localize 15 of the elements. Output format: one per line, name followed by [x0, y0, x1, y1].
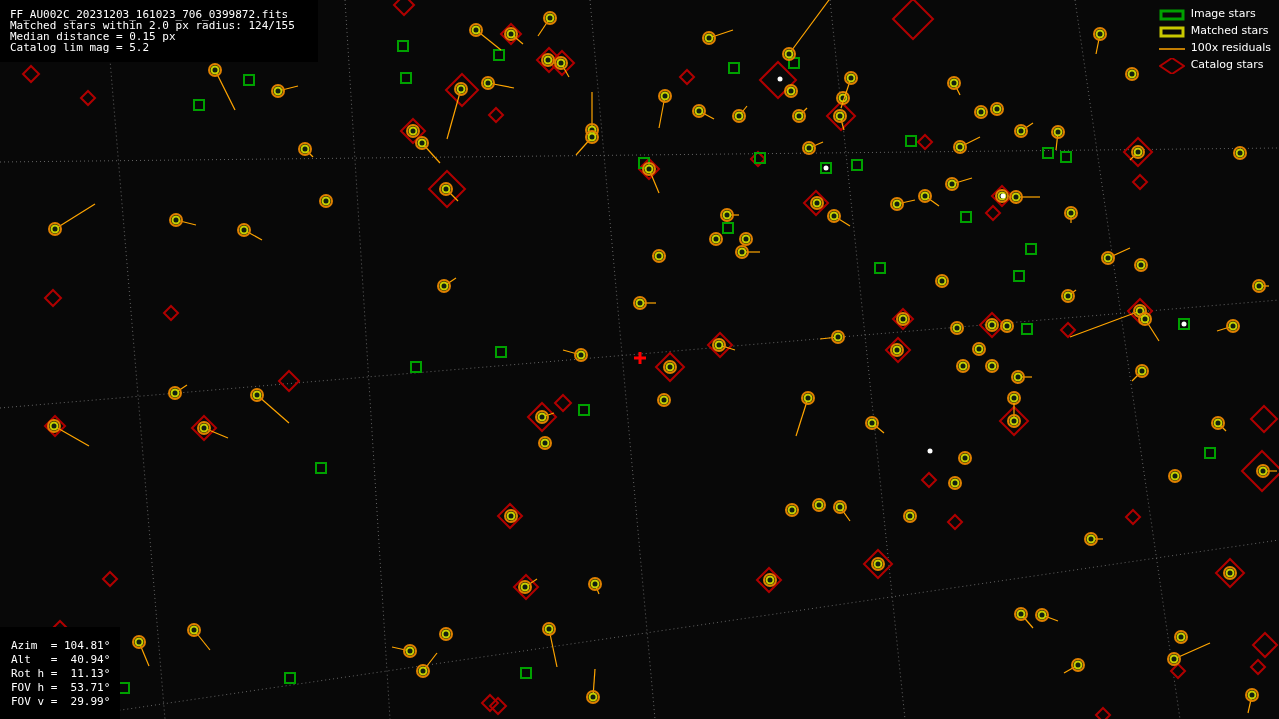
legend-label: Catalog stars — [1190, 57, 1264, 74]
info-text: FOV h = 53.71° — [11, 681, 111, 695]
catalog-diamond-icon — [1158, 57, 1185, 74]
info-text: FF_AU002C_20231203_161023_706_0399872.fits — [10, 9, 290, 20]
legend-label: Matched stars — [1190, 23, 1269, 40]
info-text: Catalog lim mag = 5.2 — [10, 42, 151, 53]
info-text: Median distance = 0.15 px — [10, 31, 176, 42]
legend-label: 100x residuals — [1190, 40, 1271, 57]
info-text: Alt = 40.94° — [11, 653, 111, 667]
info-text: Matched stars within 2.0 px radius: 124/155 — [10, 20, 296, 31]
residual-line-icon — [1158, 47, 1185, 50]
info-text: Azim = 104.81° — [11, 639, 111, 653]
info-text: Rot h = 11.13° — [11, 667, 111, 681]
info-text: FOV v = 29.99° — [11, 695, 111, 709]
legend-label: Image stars — [1190, 6, 1256, 23]
